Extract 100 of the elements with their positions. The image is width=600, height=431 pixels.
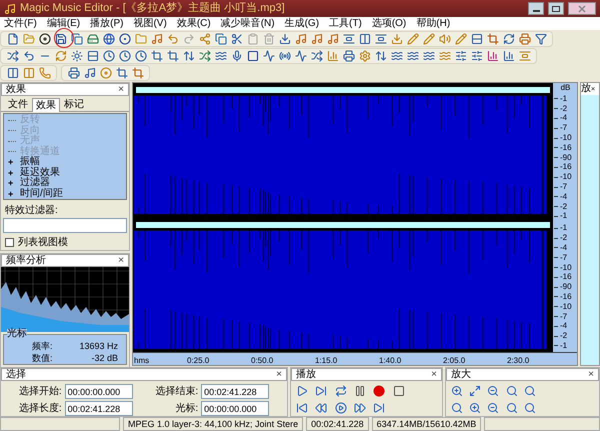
pencil-tool[interactable]	[405, 32, 420, 46]
zoom-in-button[interactable]	[449, 383, 465, 398]
menu-item[interactable]: 播放(P)	[90, 18, 124, 29]
expand-toggle[interactable]: +	[8, 157, 16, 168]
time-field[interactable]: 00:00:00.000	[201, 401, 270, 416]
menu-item[interactable]: 编辑(E)	[46, 18, 80, 29]
menu-item[interactable]: 选项(O)	[372, 18, 406, 29]
cross-arrows-tool[interactable]	[309, 48, 324, 64]
waves-icon	[438, 50, 450, 62]
crop-tool[interactable]	[130, 66, 145, 80]
printer-tool[interactable]	[341, 48, 356, 64]
menu-item[interactable]: 效果(C)	[176, 18, 211, 29]
copy-tool[interactable]	[213, 32, 228, 46]
square-tool[interactable]	[245, 48, 260, 64]
menu-item[interactable]: 减少噪音(N)	[220, 18, 275, 29]
filter-field[interactable]	[3, 218, 127, 233]
close-button[interactable]	[568, 2, 596, 16]
music-note-tool[interactable]	[309, 32, 324, 46]
tab[interactable]: 效果	[32, 98, 60, 112]
expand-toggle[interactable]: +	[8, 168, 16, 178]
rows-tool[interactable]	[85, 48, 100, 64]
filter-tool[interactable]	[533, 32, 548, 46]
pulse-tool[interactable]	[261, 48, 276, 64]
tab[interactable]: 文件	[4, 98, 32, 111]
sun-tool[interactable]	[69, 48, 84, 64]
pencil-tool[interactable]	[421, 32, 436, 46]
menu-item[interactable]: 帮助(H)	[416, 18, 450, 29]
globe-tool[interactable]	[101, 32, 116, 46]
printer-tool[interactable]	[517, 32, 532, 46]
menu-item[interactable]: 视图(V)	[133, 18, 167, 29]
bracket-tool[interactable]	[373, 32, 388, 46]
music-note-tool[interactable]	[149, 32, 164, 46]
columns-tool[interactable]	[357, 32, 372, 46]
up-down-arrow-tool[interactable]	[373, 48, 388, 64]
checkbox[interactable]	[5, 238, 14, 247]
search-icon	[524, 402, 536, 414]
tree-item[interactable]: + 延迟效果	[4, 168, 126, 178]
close-button[interactable]: ×	[276, 370, 282, 380]
sliders-tool[interactable]	[469, 48, 484, 64]
expand-toggle[interactable]: +	[8, 178, 16, 188]
clock-tool[interactable]	[117, 48, 132, 64]
minimize-button[interactable]	[528, 2, 544, 16]
close-button[interactable]: ×	[431, 370, 437, 380]
phone-tool[interactable]	[37, 66, 52, 80]
time-field[interactable]: 00:00:00.000	[64, 384, 133, 399]
crop-icon	[132, 67, 144, 79]
close-button[interactable]: ×	[118, 256, 124, 266]
disc-tool[interactable]	[117, 32, 132, 46]
close-button[interactable]: ×	[588, 370, 594, 380]
search-button[interactable]	[449, 400, 465, 415]
drive-tool[interactable]	[85, 32, 100, 46]
music-note-tool[interactable]	[325, 32, 340, 46]
copy-tool[interactable]	[69, 32, 84, 46]
clock-tool[interactable]	[133, 48, 148, 64]
crop-tool[interactable]	[114, 66, 129, 80]
speaker-tool[interactable]	[437, 32, 452, 46]
clock-tool[interactable]	[101, 48, 116, 64]
save-tool[interactable]	[53, 32, 68, 46]
menu-item[interactable]: 生成(G)	[284, 18, 320, 29]
printer-tool[interactable]	[66, 66, 81, 80]
cross-arrows-tool[interactable]	[197, 48, 212, 64]
branch-tool[interactable]	[197, 32, 212, 46]
crop-tool[interactable]	[149, 48, 164, 64]
columns-tool[interactable]	[5, 66, 20, 80]
menu-item[interactable]: 工具(T)	[329, 18, 362, 29]
time-field[interactable]: 00:02:41.228	[201, 384, 270, 399]
menu-item[interactable]: 文件(F)	[4, 18, 37, 29]
columns-tool[interactable]	[21, 66, 36, 80]
play-button[interactable]	[332, 400, 349, 415]
bars-tool[interactable]	[501, 48, 516, 64]
expand-toggle[interactable]: +	[8, 188, 16, 199]
cut-tool[interactable]	[229, 32, 244, 46]
maximize-button[interactable]	[548, 2, 564, 16]
bars-tool[interactable]	[325, 48, 340, 64]
sliders-tool[interactable]	[453, 48, 468, 64]
time-field[interactable]: 00:02:41.228	[64, 401, 133, 416]
record-button[interactable]	[371, 383, 388, 398]
tree-item[interactable]: + 振幅	[4, 157, 126, 168]
tree-item[interactable]: + 过滤器	[4, 178, 126, 188]
tree-item[interactable]: + 时间/间距	[4, 188, 126, 199]
tab[interactable]: 标记	[60, 98, 88, 111]
crop-tool[interactable]	[165, 48, 180, 64]
crop-tool[interactable]	[485, 32, 500, 46]
close-button[interactable]: ×	[118, 84, 124, 94]
bracket-tool[interactable]	[341, 32, 356, 46]
cross-arrows-tool[interactable]	[5, 48, 20, 64]
gear-tool[interactable]	[357, 48, 372, 64]
up-down-arrow-tool[interactable]	[181, 48, 196, 64]
rows-tool[interactable]	[469, 32, 484, 46]
music-note-tool[interactable]	[82, 66, 97, 80]
download-tool[interactable]	[277, 32, 292, 46]
disc-tool[interactable]	[37, 32, 52, 46]
pulse-tool[interactable]	[293, 48, 308, 64]
equalizer-tool[interactable]	[485, 48, 500, 64]
bracket-tool[interactable]	[517, 48, 532, 64]
music-note-tool[interactable]	[293, 32, 308, 46]
download-tool[interactable]	[389, 32, 404, 46]
refresh-tool[interactable]	[501, 32, 516, 46]
pencil-tool[interactable]	[453, 32, 468, 46]
db-label: -10	[560, 134, 572, 142]
